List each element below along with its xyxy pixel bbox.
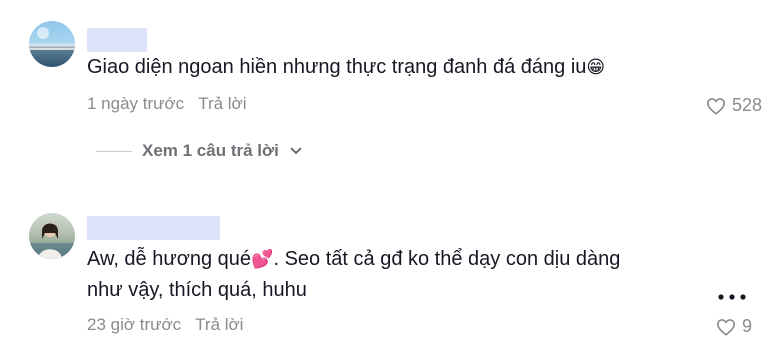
username-redacted[interactable] (87, 28, 147, 52)
like-button[interactable]: 9 (716, 316, 752, 337)
username-redacted[interactable] (87, 216, 220, 240)
grinning-emoji: 😁 (586, 57, 606, 78)
timestamp: 23 giờ trước (87, 315, 182, 334)
comment-meta: 23 giờ trước Trả lời (87, 315, 243, 335)
more-horizontal-icon[interactable] (716, 292, 748, 302)
reply-button[interactable]: Trả lời (195, 315, 243, 335)
timestamp: 1 ngày trước (87, 94, 185, 113)
comment-item: Giao diện ngoan hiền nhưng thực trạng đa… (0, 0, 780, 190)
view-replies-button[interactable]: Xem 1 câu trả lời (96, 141, 303, 161)
like-button[interactable]: 528 (706, 95, 762, 116)
like-count: 9 (741, 316, 752, 336)
chevron-down-icon (290, 147, 302, 155)
comment-section: Giao diện ngoan hiền nhưng thực trạng đa… (0, 0, 780, 360)
like-count: 528 (731, 95, 762, 115)
comment-item: Aw, dễ hương qué💕. Seo tất cả gđ ko thể … (0, 200, 780, 360)
comment-text: Giao diện ngoan hiền nhưng thực trạng đa… (87, 56, 606, 78)
comment-text: Aw, dễ hương qué💕. Seo tất cả gđ ko thể … (87, 248, 621, 301)
avatar[interactable] (29, 213, 75, 259)
avatar[interactable] (29, 21, 75, 67)
comment-meta: 1 ngày trước Trả lời (87, 94, 246, 114)
view-replies-label: Xem 1 câu trả lời (142, 141, 279, 160)
heart-outline-icon (716, 318, 735, 336)
reply-button[interactable]: Trả lời (198, 94, 246, 114)
divider-line (96, 150, 132, 152)
heart-outline-icon (706, 97, 725, 115)
two-hearts-emoji: 💕 (251, 249, 274, 270)
